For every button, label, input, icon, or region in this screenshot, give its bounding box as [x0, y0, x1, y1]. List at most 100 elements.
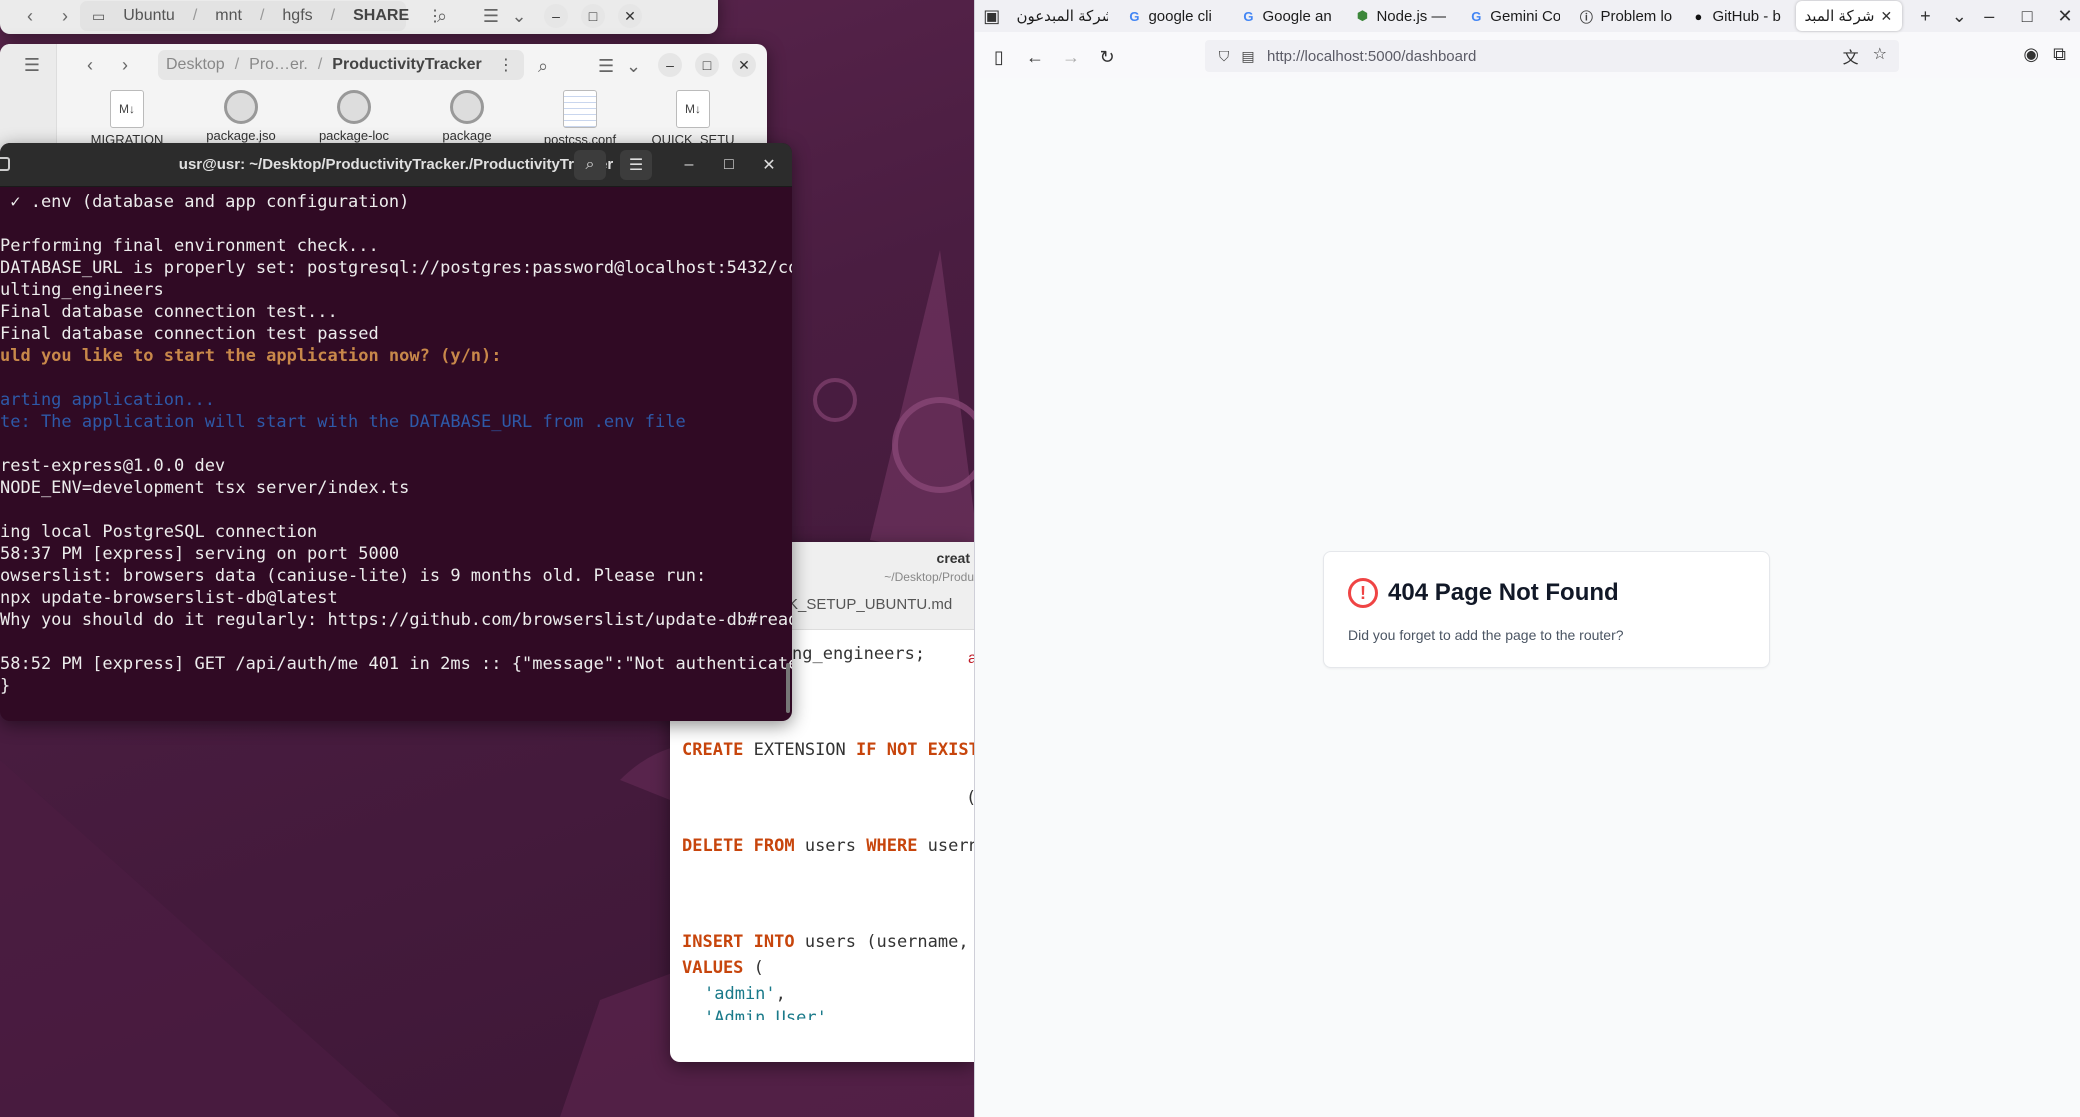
file-manager-back-window[interactable]: ‹ › ▭ Ubuntu / mnt / hgfs / SHARE ⋮ ⌕ ☰ … — [0, 0, 718, 34]
maximize-button[interactable]: □ — [716, 156, 742, 174]
back-arrow-icon[interactable]: ‹ — [10, 6, 50, 27]
breadcrumb-item[interactable]: hgfs — [282, 7, 312, 25]
terminal-line: Final database connection test... — [0, 302, 338, 322]
breadcrumb-item[interactable]: Pro…er. — [249, 56, 308, 74]
browser-tab[interactable]: ⓘ Problem lo — [1570, 1, 1680, 31]
scrollbar[interactable] — [786, 663, 790, 713]
tab-label: شركة المبد — [1804, 8, 1875, 25]
breadcrumb-item[interactable]: Ubuntu — [123, 7, 175, 25]
account-icon[interactable]: ◉ — [2023, 44, 2039, 65]
sidebar-toggle-icon[interactable]: ☰ — [10, 55, 54, 76]
chevron-down-icon[interactable]: ⌄ — [1944, 6, 1974, 27]
tab-label: google cli — [1148, 7, 1212, 25]
more-options-icon[interactable]: ⋮ — [498, 55, 514, 75]
list-view-icon[interactable]: ☰ — [598, 56, 614, 77]
breadcrumb-item[interactable]: SHARE — [353, 7, 409, 25]
new-tab-button[interactable]: + — [1910, 6, 1940, 27]
translate-icon[interactable]: 文 — [1843, 44, 1859, 68]
sidebar-toggle-icon[interactable]: ▯ — [981, 42, 1017, 72]
file-item[interactable]: postcss.conf — [535, 90, 625, 147]
document-icon — [563, 90, 597, 128]
terminal-line: DATABASE_URL is properly set: postgresql… — [0, 258, 792, 278]
terminal-output[interactable]: ✓ .env (database and app configuration) P… — [0, 191, 792, 721]
forward-arrow-icon[interactable]: › — [110, 55, 140, 76]
close-button[interactable]: ✕ — [756, 155, 782, 175]
maximize-button[interactable]: □ — [695, 53, 719, 77]
url-bar[interactable]: ⛉ ▤ http://localhost:5000/dashboard 文 ☆ — [1205, 40, 1899, 72]
browser-tab[interactable]: G Google an — [1232, 1, 1344, 31]
search-icon[interactable]: ⌕ — [420, 6, 464, 27]
code-line: ( — [966, 786, 974, 810]
close-tab-icon[interactable]: ✕ — [1880, 8, 1892, 25]
terminal-line: Final database connection test passed — [0, 324, 379, 344]
browser-tab[interactable]: ● GitHub - b — [1682, 1, 1794, 31]
minimize-button[interactable]: – — [658, 53, 682, 77]
page-info-icon[interactable]: ▤ — [1237, 48, 1259, 65]
file-item[interactable]: package — [422, 90, 512, 143]
browser-tab[interactable]: ⬢ Node.js — — [1346, 1, 1458, 31]
close-button[interactable]: ✕ — [618, 4, 642, 28]
reload-icon[interactable]: ↻ — [1089, 42, 1125, 72]
terminal-line: rest-express@1.0.0 dev — [0, 456, 226, 476]
extensions-icon[interactable]: ⧉ — [2053, 44, 2066, 65]
maximize-button[interactable]: □ — [2012, 6, 2042, 27]
terminal-line: 58:37 PM [express] serving on port 5000 — [0, 544, 400, 564]
minimize-button[interactable]: – — [544, 4, 568, 28]
close-button[interactable]: ✕ — [732, 53, 756, 77]
page-content: ! 404 Page Not Found Did you forget to a… — [975, 78, 2080, 1117]
navigation-bar: ▯ ← → ↻ ⛉ ▤ http://localhost:5000/dashbo… — [975, 38, 2080, 76]
back-arrow-icon[interactable]: ← — [1017, 42, 1053, 72]
tab-label: Problem lo — [1600, 7, 1673, 25]
gear-icon — [337, 90, 371, 124]
shield-icon[interactable]: ⛉ — [1213, 48, 1235, 65]
code-line: VALUES ( — [682, 958, 764, 978]
gear-icon — [450, 90, 484, 124]
breadcrumb-item[interactable]: Desktop — [166, 56, 225, 74]
chevron-down-icon[interactable]: ⌄ — [626, 56, 641, 77]
tab-overview-icon[interactable]: ▣ — [975, 6, 1008, 27]
forward-arrow-icon[interactable]: › — [50, 6, 80, 27]
browser-tab[interactable]: شركة المبدعون — [1008, 1, 1116, 31]
chevron-down-icon[interactable]: ⌄ — [506, 6, 532, 27]
terminal-line: ✓ .env (database and app configuration) — [0, 192, 410, 212]
breadcrumb-item-current[interactable]: ProductivityTracker — [332, 56, 481, 74]
terminal-line: ing local PostgreSQL connection — [0, 522, 318, 542]
browser-tab[interactable]: G Gemini Co — [1460, 1, 1568, 31]
terminal-line: npx update-browserslist-db@latest — [0, 588, 338, 608]
error-message: Did you forget to add the page to the ro… — [1348, 627, 1624, 643]
terminal-line: Why you should do it regularly: https://… — [0, 610, 792, 630]
forward-arrow-icon[interactable]: → — [1053, 42, 1089, 72]
list-view-icon[interactable]: ☰ — [476, 6, 506, 27]
file-item[interactable]: package-loc — [309, 90, 399, 143]
maximize-button[interactable]: □ — [581, 4, 605, 28]
browser-tab[interactable]: شركة المبد ✕ — [1796, 1, 1903, 31]
file-item[interactable]: package.jso — [196, 90, 286, 143]
hamburger-menu-icon[interactable]: ☰ — [620, 149, 652, 180]
search-icon[interactable]: ⌕ — [574, 149, 606, 180]
breadcrumb: Desktop / Pro…er. / ProductivityTracker … — [158, 50, 524, 80]
tab-label: شركة المبدعون — [1016, 8, 1109, 25]
url-text[interactable]: http://localhost:5000/dashboard — [1267, 48, 1476, 65]
breadcrumb-item[interactable]: mnt — [215, 7, 242, 25]
drive-icon: ▭ — [92, 7, 106, 24]
close-button[interactable]: ✕ — [2050, 6, 2080, 27]
minimize-button[interactable]: – — [1974, 6, 2004, 27]
browser-window[interactable]: ▣ شركة المبدعون Ggoogle cli G Google an ⬢ Nod… — [974, 0, 2080, 1117]
file-item[interactable]: M↓ QUICK_SETU — [648, 90, 738, 147]
alert-circle-icon: ! — [1348, 578, 1378, 608]
minimize-button[interactable]: – — [676, 156, 702, 174]
google-icon: G — [1471, 8, 1482, 24]
editor-tab[interactable]: K_SETUP_UBUNTU.md — [788, 596, 952, 613]
back-arrow-icon[interactable]: ‹ — [70, 55, 110, 76]
search-icon[interactable]: ⌕ — [538, 56, 548, 77]
browser-tab[interactable]: Ggoogle cli — [1118, 1, 1230, 31]
markdown-icon: M↓ — [676, 90, 710, 128]
code-line: INSERT INTO users (username, — [682, 932, 969, 952]
terminal-window[interactable]: usr@usr: ~/Desktop/ProductivityTracker./… — [0, 143, 792, 721]
bookmark-star-icon[interactable]: ☆ — [1873, 44, 1887, 68]
file-item[interactable]: M↓ MIGRATION — [82, 90, 172, 147]
not-found-card: ! 404 Page Not Found Did you forget to a… — [1323, 551, 1770, 668]
